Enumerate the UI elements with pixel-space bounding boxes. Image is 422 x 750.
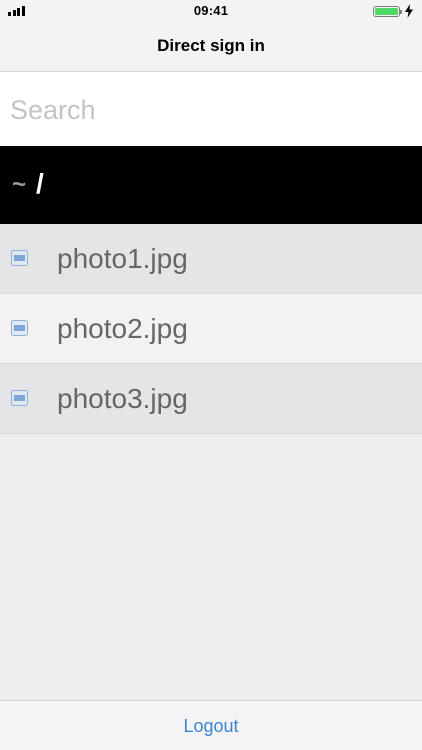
list-item[interactable]: photo1.jpg: [0, 224, 422, 294]
list-item[interactable]: photo2.jpg: [0, 294, 422, 364]
file-name: photo1.jpg: [57, 243, 188, 274]
path-breadcrumb: ~ /: [0, 146, 422, 224]
image-file-icon: [11, 250, 28, 266]
list-item[interactable]: photo3.jpg: [0, 364, 422, 434]
file-name: photo3.jpg: [57, 383, 188, 414]
navigation-bar: Direct sign in: [0, 22, 422, 72]
bottom-toolbar: Logout: [0, 700, 422, 750]
search-bar: [0, 72, 422, 146]
status-bar: 09:41: [0, 0, 422, 22]
logout-button[interactable]: Logout: [0, 716, 422, 737]
image-file-icon: [11, 390, 28, 406]
search-input[interactable]: [10, 92, 410, 128]
page-title: Direct sign in: [157, 36, 265, 55]
file-name: photo2.jpg: [57, 313, 188, 344]
path-home[interactable]: ~: [12, 171, 26, 199]
image-file-icon: [11, 320, 28, 336]
battery-icon: [373, 6, 402, 17]
path-current: /: [36, 168, 44, 199]
status-time: 09:41: [193, 3, 229, 18]
charging-bolt-icon: [405, 4, 413, 18]
file-list: photo1.jpg photo2.jpg photo3.jpg: [0, 224, 422, 434]
